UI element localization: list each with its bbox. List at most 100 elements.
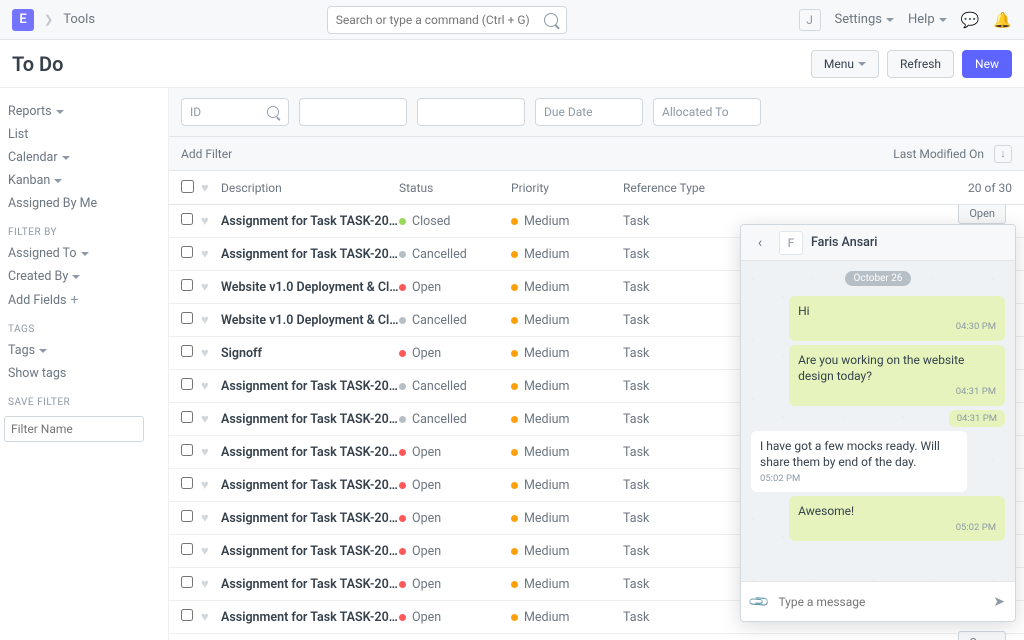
heart-icon[interactable]: ♥	[201, 510, 221, 526]
menu-button[interactable]: Menu	[811, 50, 879, 78]
row-description: Signoff	[221, 346, 399, 361]
refresh-button[interactable]: Refresh	[887, 50, 954, 78]
heart-icon[interactable]: ♥	[201, 411, 221, 427]
chat-contact-name: Faris Ansari	[811, 235, 877, 250]
heart-icon[interactable]: ♥	[201, 477, 221, 493]
row-checkbox[interactable]	[181, 246, 193, 258]
bell-icon[interactable]: 🔔	[993, 11, 1012, 29]
sidebar-view-reports[interactable]: Reports	[4, 100, 160, 123]
help-menu[interactable]: Help	[908, 12, 947, 27]
attachment-icon[interactable]: 📎	[748, 590, 772, 614]
priority-dot-icon	[511, 251, 518, 258]
row-checkbox[interactable]	[181, 576, 193, 588]
sidebar-show-tags[interactable]: Show tags	[4, 362, 160, 385]
row-description: Assignment for Task TASK-2019-00	[221, 478, 399, 493]
filter-due-date[interactable]: Due Date	[535, 98, 643, 126]
page-title: To Do	[12, 52, 63, 76]
filter-allocated-to[interactable]: Allocated To	[653, 98, 761, 126]
row-priority: Medium	[524, 610, 569, 625]
row-checkbox[interactable]	[181, 213, 193, 225]
sidebar-view-list[interactable]: List	[4, 123, 160, 146]
row-checkbox[interactable]	[181, 345, 193, 357]
row-description: Assignment for Task TASK-2019-00	[221, 511, 399, 526]
priority-dot-icon	[511, 581, 518, 588]
heart-icon: ♥	[201, 180, 221, 196]
chat-icon[interactable]: 💬	[961, 11, 980, 29]
caret-down-icon	[72, 275, 80, 279]
settings-menu[interactable]: Settings	[835, 12, 894, 27]
row-checkbox[interactable]	[181, 279, 193, 291]
heart-icon[interactable]: ♥	[201, 576, 221, 592]
col-description[interactable]: Description	[221, 181, 399, 195]
priority-dot-icon	[511, 416, 518, 423]
row-checkbox[interactable]	[181, 378, 193, 390]
search-icon	[544, 13, 558, 27]
row-checkbox[interactable]	[181, 609, 193, 621]
row-description: Website v1.0 Deployment & Closure	[221, 313, 399, 328]
row-status: Open	[412, 544, 441, 559]
row-checkbox[interactable]	[181, 543, 193, 555]
send-icon[interactable]: ➤	[993, 594, 1005, 610]
filter-id[interactable]: ID	[181, 98, 289, 126]
add-filter-button[interactable]: Add Filter	[181, 147, 232, 161]
sidebar-filter-created-by[interactable]: Created By	[4, 265, 160, 288]
sidebar: ReportsListCalendarKanbanAssigned By Me …	[0, 88, 168, 640]
heart-icon[interactable]: ♥	[201, 246, 221, 262]
heart-icon[interactable]: ♥	[201, 378, 221, 394]
chat-panel: ‹ F Faris Ansari October 26 Hi04:30 PMAr…	[740, 224, 1016, 622]
status-dot-icon	[399, 482, 406, 489]
breadcrumb[interactable]: Tools	[63, 12, 95, 27]
sidebar-view-assigned-by-me[interactable]: Assigned By Me	[4, 192, 160, 215]
filter-name-input[interactable]	[4, 416, 144, 442]
row-checkbox[interactable]	[181, 312, 193, 324]
message-text: I have got a few mocks ready. Will share…	[760, 439, 940, 469]
search-input[interactable]	[336, 13, 544, 27]
status-dot-icon	[399, 383, 406, 390]
row-checkbox[interactable]	[181, 477, 193, 489]
heart-icon[interactable]: ♥	[201, 543, 221, 559]
user-avatar[interactable]: J	[799, 9, 821, 31]
sidebar-filter-assigned-to[interactable]: Assigned To	[4, 242, 160, 265]
open-button[interactable]: Open	[958, 631, 1006, 640]
col-priority[interactable]: Priority	[511, 181, 623, 195]
heart-icon[interactable]: ♥	[201, 312, 221, 328]
status-dot-icon	[399, 581, 406, 588]
priority-dot-icon	[511, 350, 518, 357]
status-dot-icon	[399, 218, 406, 225]
row-checkbox[interactable]	[181, 411, 193, 423]
row-checkbox[interactable]	[181, 444, 193, 456]
sidebar-filter-add-fields[interactable]: Add Fields +	[4, 288, 160, 312]
row-checkbox[interactable]	[181, 510, 193, 522]
message-time: 04:31 PM	[798, 386, 996, 399]
row-status: Open	[412, 280, 441, 295]
global-search[interactable]	[327, 6, 567, 34]
chat-message-input[interactable]	[778, 595, 983, 609]
sort-label[interactable]: Last Modified On	[893, 147, 984, 161]
app-logo[interactable]: E	[12, 9, 34, 31]
sidebar-tags[interactable]: Tags	[4, 339, 160, 362]
heart-icon[interactable]: ♥	[201, 279, 221, 295]
row-status: Open	[412, 346, 441, 361]
filter-blank-2[interactable]	[417, 98, 525, 126]
row-status: Closed	[412, 214, 450, 229]
table-row[interactable]: ♥Assignment for Task TASK-2019-00OpenMed…	[169, 634, 1024, 640]
row-status: Open	[412, 445, 441, 460]
chat-back-button[interactable]: ‹	[749, 232, 771, 254]
col-reference-type[interactable]: Reference Type	[623, 181, 892, 195]
select-all-checkbox[interactable]	[181, 180, 194, 193]
heart-icon[interactable]: ♥	[201, 444, 221, 460]
heart-icon[interactable]: ♥	[201, 609, 221, 625]
filter-blank-1[interactable]	[299, 98, 407, 126]
sidebar-view-calendar[interactable]: Calendar	[4, 146, 160, 169]
heart-icon[interactable]: ♥	[201, 213, 221, 229]
open-button[interactable]: Open	[958, 205, 1006, 224]
sort-direction-icon[interactable]: ↓	[994, 145, 1012, 163]
heart-icon[interactable]: ♥	[201, 345, 221, 361]
col-status[interactable]: Status	[399, 181, 511, 195]
new-button[interactable]: New	[962, 50, 1012, 78]
page-header: To Do Menu Refresh New	[0, 40, 1024, 88]
row-priority: Medium	[524, 280, 569, 295]
caret-down-icon	[939, 18, 947, 22]
caret-down-icon	[56, 110, 64, 114]
sidebar-view-kanban[interactable]: Kanban	[4, 169, 160, 192]
